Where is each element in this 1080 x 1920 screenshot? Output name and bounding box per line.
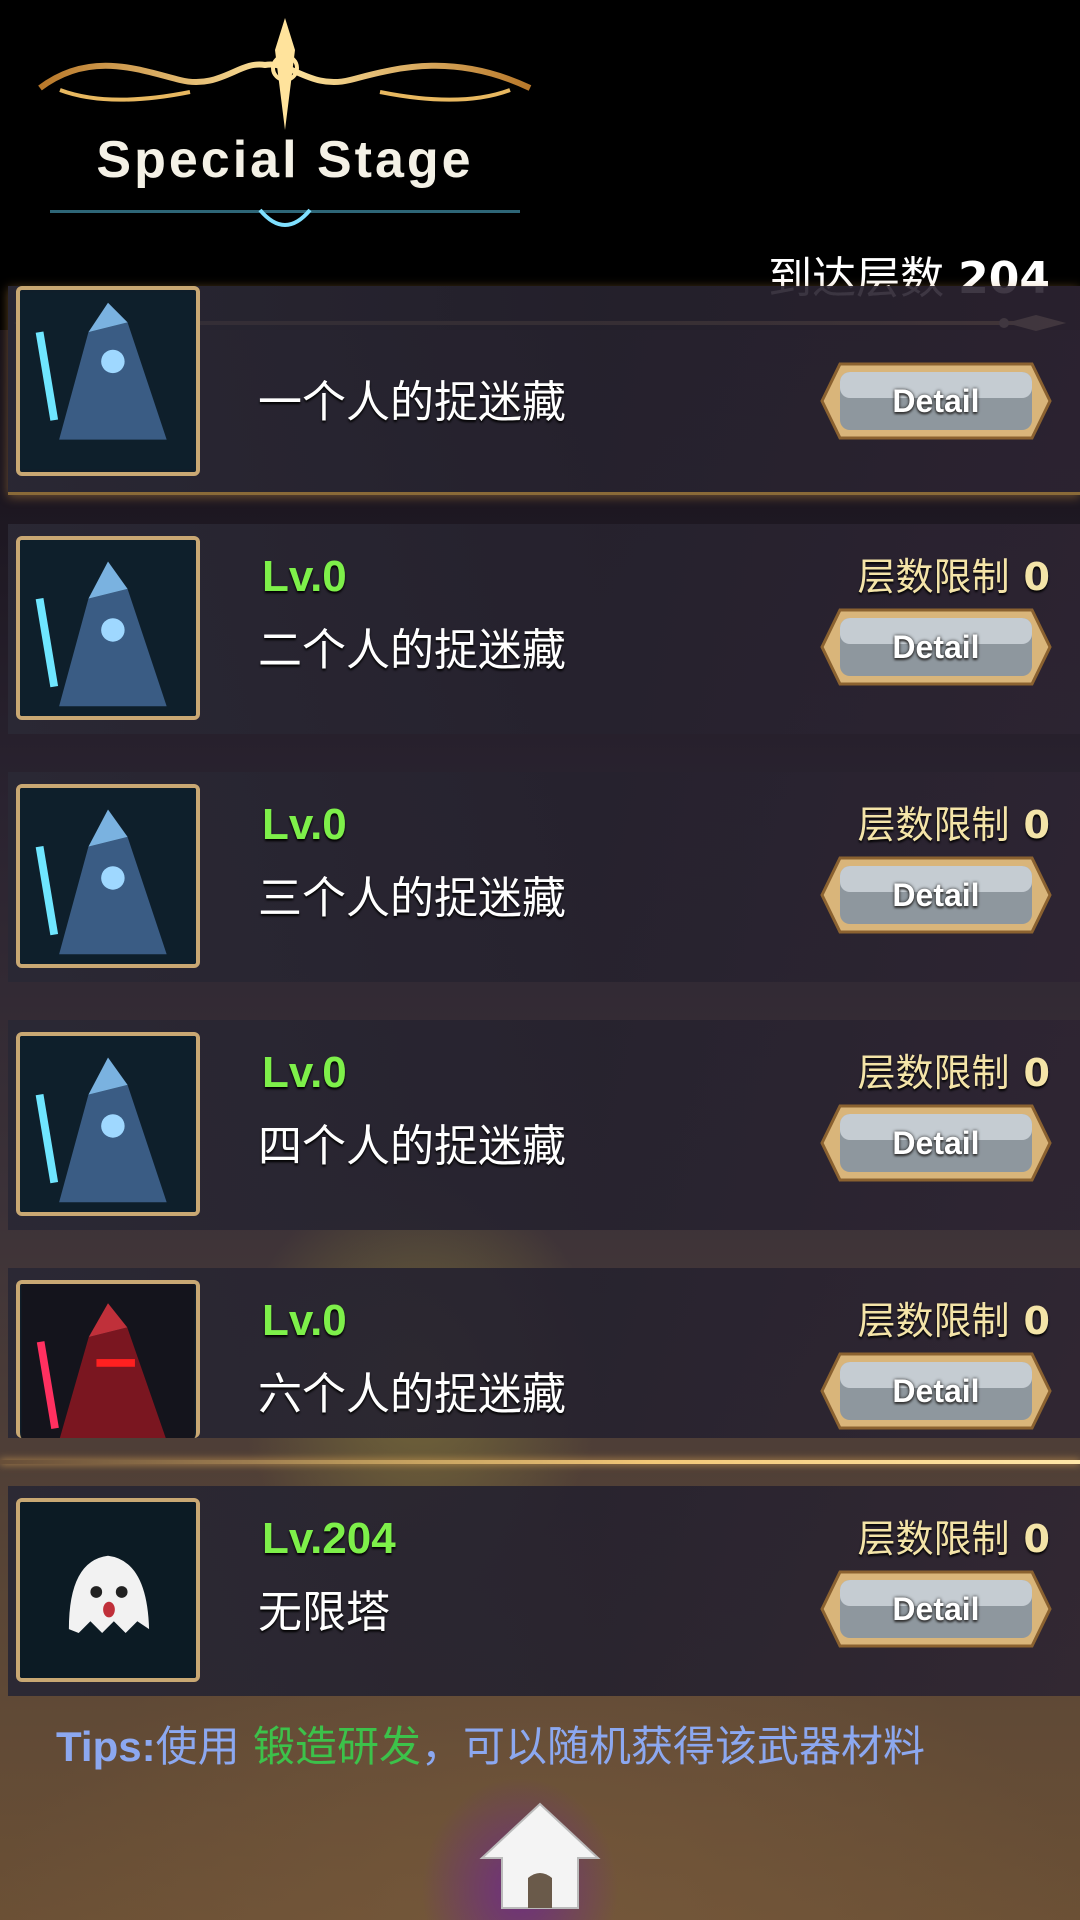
floor-limit-value: 0 [1023, 1517, 1050, 1561]
stage-portrait-blue-knight [16, 536, 200, 720]
stage-row[interactable]: Lv.204 无限塔 层数限制 0 Detail [8, 1486, 1080, 1696]
stage-level: Lv.0 [262, 1048, 347, 1097]
stage-row[interactable]: Lv.0 三个人的捉迷藏 层数限制 0 Detail [8, 772, 1080, 982]
header: Special Stage 到达层数 204 [0, 0, 1080, 331]
stage-name: 四个人的捉迷藏 [258, 1121, 566, 1172]
stage-portrait-blue-knight [16, 784, 200, 968]
tips-highlight: 锻造研发 [252, 1722, 421, 1771]
stage-name: 三个人的捉迷藏 [258, 873, 566, 924]
title-ornament [38, 18, 532, 227]
stage-row[interactable]: Lv.0 二个人的捉迷藏 层数限制 0 Detail [8, 524, 1080, 734]
stage-row[interactable]: Lv.0 六个人的捉迷藏 层数限制 0 Detail [8, 1268, 1080, 1438]
floor-limit-label: 层数限制 [857, 1051, 1010, 1095]
home-button[interactable] [478, 1800, 602, 1910]
detail-button-label: Detail [892, 383, 980, 419]
home-icon [479, 1802, 601, 1909]
stage-row[interactable]: 一个人的捉迷藏 Detail [8, 286, 1080, 495]
tips-tag: Tips: [56, 1723, 156, 1770]
page-title: Special Stage [96, 131, 474, 189]
floor-limit-value: 0 [1023, 1299, 1050, 1343]
stage-name: 无限塔 [258, 1587, 390, 1638]
detail-button-label: Detail [892, 877, 980, 913]
stage-name: 六个人的捉迷藏 [258, 1369, 566, 1420]
stage-level: Lv.0 [262, 800, 347, 849]
stage-level: Lv.204 [262, 1514, 396, 1563]
tips-text: Tips:使用 锻造研发，可以随机获得该武器材料 [56, 1724, 996, 1770]
section-divider [0, 1460, 1080, 1464]
floor-limit: 层数限制 0 [858, 794, 1050, 849]
floor-limit-value: 0 [1023, 555, 1050, 599]
detail-button[interactable]: Detail [818, 356, 1054, 446]
floor-limit: 层数限制 0 [858, 546, 1050, 601]
floor-limit: 层数限制 0 [858, 1290, 1050, 1345]
stage-portrait-red-knight [16, 1280, 200, 1438]
detail-button[interactable]: Detail [818, 602, 1054, 692]
tips-before: 使用 [155, 1722, 253, 1771]
stage-name: 一个人的捉迷藏 [258, 377, 566, 428]
stage-level: Lv.0 [262, 1296, 347, 1345]
floor-limit-label: 层数限制 [857, 1517, 1010, 1561]
stage-row[interactable]: Lv.0 四个人的捉迷藏 层数限制 0 Detail [8, 1020, 1080, 1230]
floor-limit: 层数限制 0 [858, 1042, 1050, 1097]
stage-level: Lv.0 [262, 552, 347, 601]
detail-button-label: Detail [892, 1373, 980, 1409]
detail-button[interactable]: Detail [818, 1346, 1054, 1436]
detail-button[interactable]: Detail [818, 850, 1054, 940]
tips-after: ，可以随机获得该武器材料 [420, 1722, 925, 1771]
floor-limit-value: 0 [1023, 1051, 1050, 1095]
stage-portrait-blue-knight [16, 286, 200, 476]
stage-name: 二个人的捉迷藏 [258, 625, 566, 676]
detail-button-label: Detail [892, 1591, 980, 1627]
stage-portrait-ghost [16, 1498, 200, 1682]
floor-limit: 层数限制 0 [858, 1508, 1050, 1563]
detail-button[interactable]: Detail [818, 1564, 1054, 1654]
detail-button-label: Detail [892, 629, 980, 665]
floor-limit-label: 层数限制 [857, 555, 1010, 599]
detail-button-label: Detail [892, 1125, 980, 1161]
floor-limit-label: 层数限制 [857, 803, 1010, 847]
floor-limit-value: 0 [1023, 803, 1050, 847]
detail-button[interactable]: Detail [818, 1098, 1054, 1188]
floor-limit-label: 层数限制 [857, 1299, 1010, 1343]
stage-portrait-blue-knight [16, 1032, 200, 1216]
